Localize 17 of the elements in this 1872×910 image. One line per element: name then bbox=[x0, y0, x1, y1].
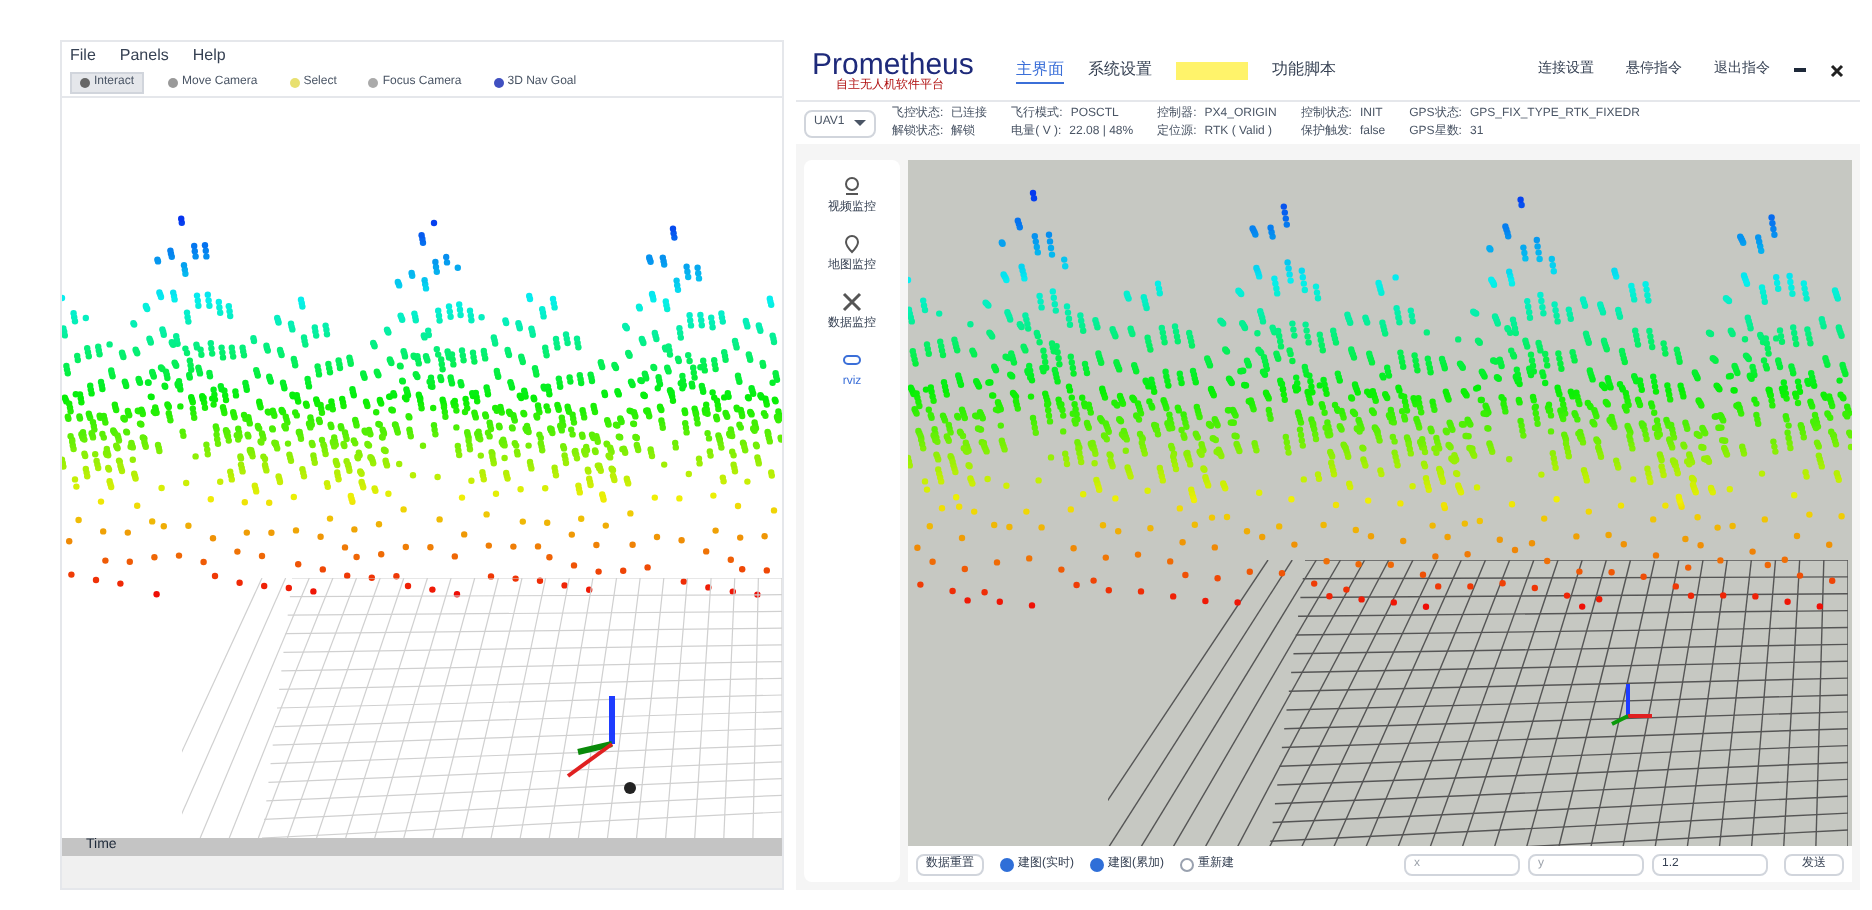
nav-tab[interactable]: 系统设置 bbox=[1088, 58, 1152, 82]
checkbox[interactable] bbox=[1000, 857, 1014, 871]
nav-tab[interactable]: 功能脚本 bbox=[1272, 58, 1336, 82]
close-icon[interactable] bbox=[1830, 63, 1844, 77]
menu-item[interactable]: File bbox=[70, 44, 96, 68]
map-icon bbox=[842, 234, 862, 254]
checkbox[interactable] bbox=[1090, 857, 1104, 871]
axes-icon bbox=[1608, 680, 1656, 728]
menu-item[interactable]: Panels bbox=[119, 44, 169, 68]
caret-icon bbox=[854, 120, 866, 126]
checkbox[interactable] bbox=[1180, 857, 1194, 871]
cross-icon bbox=[842, 292, 862, 312]
camera-icon bbox=[842, 176, 862, 196]
menu-item[interactable]: Help bbox=[192, 44, 226, 68]
3d-viewport[interactable] bbox=[908, 160, 1852, 846]
link-icon bbox=[842, 350, 862, 370]
nav-tab[interactable]: 主界面 bbox=[1016, 57, 1064, 83]
